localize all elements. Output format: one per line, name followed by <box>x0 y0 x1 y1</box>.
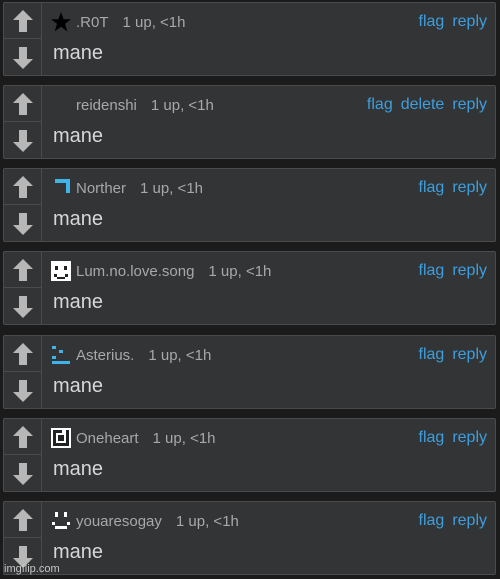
flag-link[interactable]: flag <box>419 262 445 280</box>
comment-header: youaresogay 1 up, <1h flag reply <box>50 510 487 532</box>
reply-link[interactable]: reply <box>452 262 487 280</box>
comment-actions: flag reply <box>419 13 487 31</box>
comment-meta: 1 up, <1h <box>148 346 212 364</box>
comment-meta: 1 up, <1h <box>150 96 214 114</box>
flag-link[interactable]: flag <box>367 96 393 114</box>
comment-header: Asterius. 1 up, <1h flag reply <box>50 344 487 366</box>
comment-card: youaresogay 1 up, <1h flag reply mane <box>3 501 496 575</box>
reply-link[interactable]: reply <box>452 512 487 530</box>
username-link[interactable]: .R0T <box>76 14 109 31</box>
comment-text: mane <box>53 291 104 313</box>
pixel-ghost-icon[interactable] <box>50 510 72 532</box>
upvote-arrow-icon[interactable] <box>4 502 41 538</box>
comment-actions: flag reply <box>419 346 487 364</box>
upvote-arrow-icon[interactable] <box>4 252 41 288</box>
blue-corner-icon[interactable] <box>50 177 72 199</box>
comment-card: Asterius. 1 up, <1h flag reply mane <box>3 335 496 409</box>
flag-link[interactable]: flag <box>419 512 445 530</box>
vote-column <box>4 252 42 324</box>
downvote-arrow-icon[interactable] <box>4 373 41 409</box>
upvote-arrow-icon[interactable] <box>4 3 41 39</box>
username-link[interactable]: Asterius. <box>76 347 134 364</box>
reply-link[interactable]: reply <box>452 179 487 197</box>
upvote-arrow-icon[interactable] <box>4 336 41 372</box>
reply-link[interactable]: reply <box>452 429 487 447</box>
vote-column <box>4 86 42 158</box>
square-spiral-icon[interactable] <box>50 427 72 449</box>
comment-text: mane <box>53 125 104 147</box>
watermark: imgflip.com <box>4 563 60 575</box>
comment-text: mane <box>53 42 104 64</box>
downvote-arrow-icon[interactable] <box>4 206 41 242</box>
reply-link[interactable]: reply <box>452 346 487 364</box>
flag-link[interactable]: flag <box>419 179 445 197</box>
comment-card: reidenshi 1 up, <1h flag delete reply mane <box>3 85 496 159</box>
comment-card: Oneheart 1 up, <1h flag reply mane <box>3 418 496 492</box>
comment-text: mane <box>53 541 104 563</box>
comment-text: mane <box>53 208 104 230</box>
username-link[interactable]: Oneheart <box>76 430 139 447</box>
downvote-arrow-icon[interactable] <box>4 40 41 76</box>
comment-header: .R0T 1 up, <1h flag reply <box>50 11 487 33</box>
upvote-arrow-icon[interactable] <box>4 86 41 122</box>
comment-card: .R0T 1 up, <1h flag reply mane <box>3 2 496 76</box>
downvote-arrow-icon[interactable] <box>4 289 41 325</box>
comment-meta: 1 up, <1h <box>122 13 186 31</box>
reply-link[interactable]: reply <box>452 13 487 31</box>
comment-header: Lum.no.love.song 1 up, <1h flag reply <box>50 260 487 282</box>
upvote-arrow-icon[interactable] <box>4 169 41 205</box>
vote-column <box>4 169 42 241</box>
upvote-arrow-icon[interactable] <box>4 419 41 455</box>
username-link[interactable]: Lum.no.love.song <box>76 263 194 280</box>
vote-column <box>4 336 42 408</box>
comment-header: Norther 1 up, <1h flag reply <box>50 177 487 199</box>
pixel-face-icon[interactable] <box>50 260 72 282</box>
vote-column <box>4 3 42 75</box>
comment-card: Norther 1 up, <1h flag reply mane <box>3 168 496 242</box>
comment-meta: 1 up, <1h <box>140 179 204 197</box>
username-link[interactable]: Norther <box>76 180 126 197</box>
comment-actions: flag reply <box>419 429 487 447</box>
avatar[interactable] <box>50 94 72 116</box>
flag-link[interactable]: flag <box>419 13 445 31</box>
username-link[interactable]: reidenshi <box>76 97 137 114</box>
comment-actions: flag delete reply <box>367 96 487 114</box>
reply-link[interactable]: reply <box>452 96 487 114</box>
comment-actions: flag reply <box>419 512 487 530</box>
comment-text: mane <box>53 458 104 480</box>
black-star-icon[interactable] <box>50 11 72 33</box>
comment-text: mane <box>53 375 104 397</box>
username-link[interactable]: youaresogay <box>76 513 162 530</box>
comment-actions: flag reply <box>419 262 487 280</box>
vote-column <box>4 419 42 491</box>
flag-link[interactable]: flag <box>419 429 445 447</box>
flag-link[interactable]: flag <box>419 346 445 364</box>
downvote-arrow-icon[interactable] <box>4 123 41 159</box>
comment-meta: 1 up, <1h <box>175 512 239 530</box>
downvote-arrow-icon[interactable] <box>4 456 41 492</box>
comment-actions: flag reply <box>419 179 487 197</box>
blue-pixel-icon[interactable] <box>50 344 72 366</box>
comment-meta: 1 up, <1h <box>208 262 272 280</box>
comment-card: Lum.no.love.song 1 up, <1h flag reply man… <box>3 251 496 325</box>
comment-meta: 1 up, <1h <box>152 429 216 447</box>
delete-link[interactable]: delete <box>401 96 445 114</box>
comment-header: Oneheart 1 up, <1h flag reply <box>50 427 487 449</box>
comment-header: reidenshi 1 up, <1h flag delete reply <box>50 94 487 116</box>
